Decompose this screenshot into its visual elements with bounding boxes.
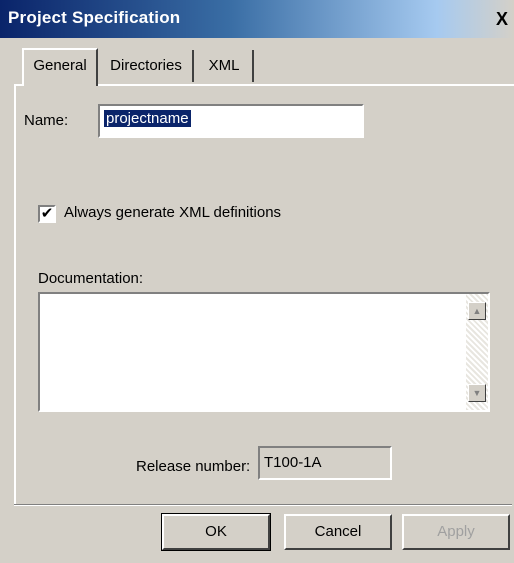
close-button[interactable]: X — [492, 8, 512, 30]
scroll-down-arrow-icon[interactable]: ▼ — [468, 384, 486, 402]
project-specification-dialog: Project Specification X General Director… — [0, 0, 514, 563]
name-input-value: projectname — [104, 110, 191, 127]
always-generate-xml-label[interactable]: Always generate XML definitions — [64, 204, 281, 221]
ok-button[interactable]: OK — [161, 513, 271, 551]
scroll-up-arrow-icon[interactable]: ▲ — [468, 302, 486, 320]
tab-xml[interactable]: XML — [196, 50, 254, 82]
documentation-label: Documentation: — [38, 270, 144, 287]
release-number-field: T100-1A — [258, 446, 392, 480]
apply-button[interactable]: Apply — [402, 514, 510, 550]
name-label: Name: — [24, 112, 69, 129]
dialog-title: Project Specification — [8, 8, 181, 27]
tab-general[interactable]: General — [22, 48, 98, 86]
documentation-scrollbar[interactable]: ▲ ▼ — [466, 294, 488, 410]
title-bar: Project Specification X — [0, 0, 514, 38]
name-input[interactable]: projectname — [98, 104, 364, 138]
documentation-textarea[interactable]: ▲ ▼ — [38, 292, 490, 412]
always-generate-xml-checkbox[interactable]: ✔ — [38, 205, 56, 223]
button-separator — [14, 504, 512, 506]
release-number-label: Release number: — [136, 458, 251, 475]
cancel-button[interactable]: Cancel — [284, 514, 392, 550]
tab-directories[interactable]: Directories — [100, 50, 194, 82]
